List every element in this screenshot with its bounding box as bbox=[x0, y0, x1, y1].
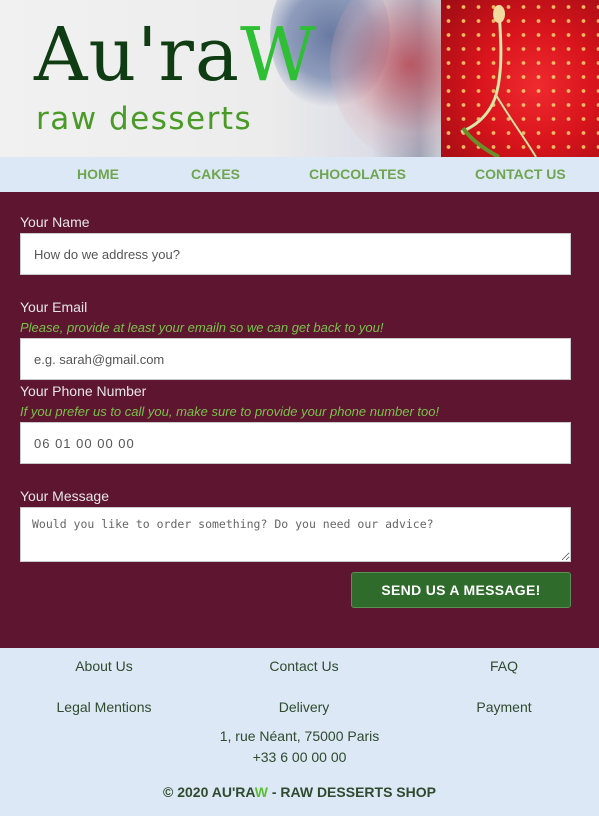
footer-link-faq[interactable]: FAQ bbox=[490, 658, 518, 674]
contact-form: Your Name Your Email Please, provide at … bbox=[0, 192, 599, 648]
footer-link-about-us[interactable]: About Us bbox=[75, 658, 133, 674]
nav-link-contact-us[interactable]: CONTACT US bbox=[475, 166, 566, 182]
footer-link-contact-us[interactable]: Contact Us bbox=[269, 658, 338, 674]
nav-link-chocolates[interactable]: CHOCOLATES bbox=[309, 166, 406, 182]
nav-link-home[interactable]: HOME bbox=[77, 166, 119, 182]
footer-phone: +33 6 00 00 00 bbox=[252, 749, 347, 765]
site-tagline: raw desserts bbox=[36, 101, 253, 137]
name-label: Your Name bbox=[20, 214, 90, 230]
phone-input[interactable] bbox=[20, 422, 571, 464]
message-label: Your Message bbox=[20, 488, 109, 504]
name-input[interactable] bbox=[20, 233, 571, 275]
send-message-button[interactable]: SEND US A MESSAGE! bbox=[351, 572, 571, 608]
header-banner: Au'raW raw desserts bbox=[0, 0, 599, 157]
footer-link-payment[interactable]: Payment bbox=[476, 699, 531, 715]
strawberry-photo bbox=[441, 0, 599, 157]
footer-link-legal-mentions[interactable]: Legal Mentions bbox=[57, 699, 152, 715]
site-logo[interactable]: Au'raW bbox=[34, 18, 317, 92]
email-input[interactable] bbox=[20, 338, 571, 380]
message-textarea[interactable] bbox=[20, 507, 571, 562]
phone-label: Your Phone Number bbox=[20, 383, 147, 399]
email-label: Your Email bbox=[20, 299, 88, 315]
footer-address: 1, rue Néant, 75000 Paris bbox=[219, 728, 380, 744]
phone-hint: If you prefer us to call you, make sure … bbox=[20, 404, 440, 419]
strawberry-stem-graphic bbox=[460, 5, 537, 157]
nav-link-cakes[interactable]: CAKES bbox=[191, 166, 240, 182]
email-hint: Please, provide at least your emailn so … bbox=[20, 320, 384, 335]
footer-copyright: © 2020 AU'RAW - RAW DESSERTS SHOP bbox=[163, 784, 436, 800]
footer-link-delivery[interactable]: Delivery bbox=[279, 699, 330, 715]
main-navigation: HOME CAKES CHOCOLATES CONTACT US bbox=[0, 157, 599, 192]
site-footer: About Us Contact Us FAQ Legal Mentions D… bbox=[0, 648, 599, 816]
